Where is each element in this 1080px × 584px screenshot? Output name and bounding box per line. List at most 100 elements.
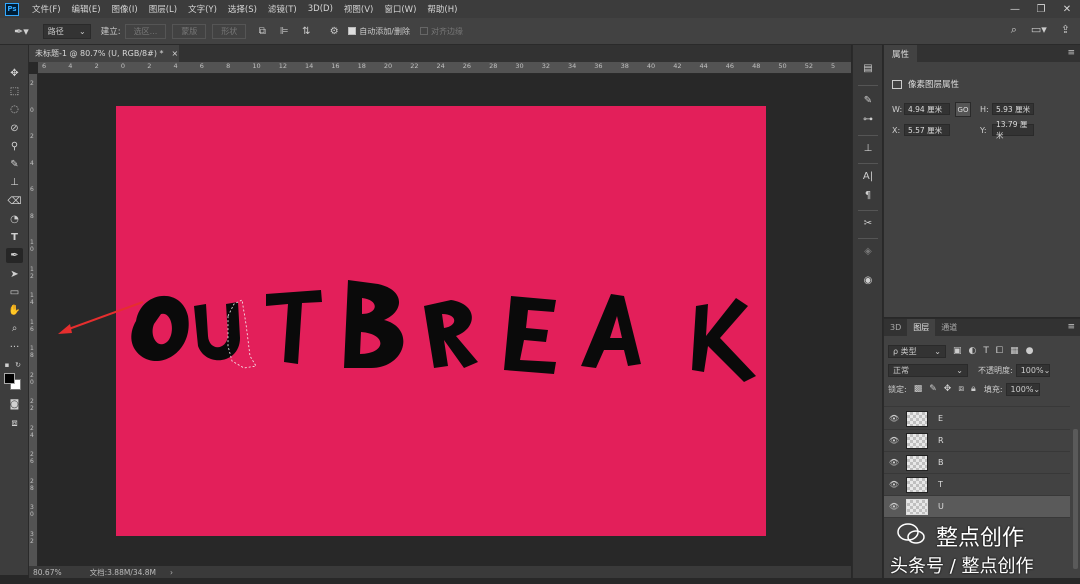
brush-tool-icon[interactable]: ✎ bbox=[6, 157, 23, 172]
eye-icon[interactable]: 👁︎ bbox=[884, 436, 904, 445]
x-field[interactable]: 5.57 厘米 bbox=[904, 124, 950, 136]
menu-select[interactable]: 选择(S) bbox=[228, 3, 257, 15]
restore-icon[interactable]: ❐ bbox=[1028, 0, 1054, 18]
layer-row-r[interactable]: 👁︎ R bbox=[884, 430, 1070, 452]
paragraph-icon[interactable]: ¶ bbox=[861, 188, 875, 202]
gear-icon[interactable]: ⚙ bbox=[328, 25, 340, 37]
filter-type-icon[interactable]: T bbox=[983, 346, 989, 356]
stamp-tool-icon[interactable]: ⊥ bbox=[6, 175, 23, 190]
make-shape-button[interactable]: 形状 bbox=[212, 23, 247, 39]
more-tools-icon[interactable]: ··· bbox=[6, 340, 23, 355]
quick-select-tool-icon[interactable]: ⊘ bbox=[6, 121, 23, 136]
screen-mode-icon[interactable]: ⧈ bbox=[6, 416, 23, 431]
height-field[interactable]: 5.93 厘米 bbox=[992, 103, 1034, 115]
filter-shape-icon[interactable]: ⧠ bbox=[996, 346, 1003, 356]
character-icon[interactable]: A| bbox=[861, 169, 875, 183]
canvas-area[interactable] bbox=[38, 75, 851, 566]
swap-colors-icon[interactable]: ↻ bbox=[13, 357, 23, 372]
brush-settings-icon[interactable]: ✎ bbox=[861, 93, 875, 107]
lock-artboard-icon[interactable]: ⧈ bbox=[958, 384, 964, 394]
layer-row-u[interactable]: 👁︎ U bbox=[884, 496, 1070, 518]
lock-transparent-icon[interactable]: ▩ bbox=[914, 384, 923, 394]
eyedropper-tool-icon[interactable]: ⚲ bbox=[6, 139, 23, 154]
fill-field[interactable]: 100% ⌄ bbox=[1005, 382, 1040, 396]
y-field[interactable]: 13.79 厘米 bbox=[992, 120, 1034, 140]
default-colors-icon[interactable]: ▪ bbox=[2, 357, 12, 372]
layer-row-e[interactable]: 👁︎ E bbox=[884, 408, 1070, 430]
path-operations-icon[interactable]: ⧉ bbox=[256, 25, 268, 37]
lasso-tool-icon[interactable]: ◌ bbox=[6, 102, 23, 117]
zoom-level[interactable]: 80.67% bbox=[33, 568, 62, 577]
tools-preset-icon[interactable]: ✂ bbox=[861, 216, 875, 230]
pen-mode-select[interactable]: 路径 ⌄ bbox=[42, 23, 91, 39]
menu-3d[interactable]: 3D(D) bbox=[308, 4, 333, 14]
close-tab-icon[interactable]: × bbox=[171, 49, 178, 58]
pen-tool-preset-icon[interactable]: ✒▾ bbox=[14, 25, 29, 38]
dodge-tool-icon[interactable]: ◔ bbox=[6, 212, 23, 227]
path-arrangement-icon[interactable]: ⇅ bbox=[300, 25, 312, 37]
filter-adjustment-icon[interactable]: ◐ bbox=[969, 346, 977, 356]
align-edges-checkbox[interactable] bbox=[419, 27, 428, 35]
layers-scrollbar[interactable] bbox=[1073, 429, 1078, 569]
minimize-icon[interactable]: — bbox=[1002, 0, 1028, 18]
document-canvas[interactable] bbox=[116, 106, 766, 536]
width-field[interactable]: 4.94 厘米 bbox=[904, 103, 950, 115]
close-icon[interactable]: ✕ bbox=[1054, 0, 1080, 18]
eye-icon[interactable]: 👁︎ bbox=[884, 458, 904, 467]
opacity-field[interactable]: 100% ⌄ bbox=[1015, 363, 1050, 377]
menu-type[interactable]: 文字(Y) bbox=[188, 3, 217, 15]
make-selection-button[interactable]: 选区... bbox=[124, 23, 167, 39]
menu-view[interactable]: 视图(V) bbox=[344, 3, 373, 15]
menu-edit[interactable]: 编辑(E) bbox=[72, 3, 101, 15]
workspace-icon[interactable]: ▭▾ bbox=[1031, 23, 1047, 37]
layer-filter-select[interactable]: ρ 类型 ⌄ bbox=[888, 344, 946, 358]
menu-file[interactable]: 文件(F) bbox=[32, 3, 61, 15]
marquee-tool-icon[interactable]: ⬚ bbox=[6, 84, 23, 99]
lock-all-icon[interactable]: 🔒︎ bbox=[971, 384, 976, 394]
clone-source-icon[interactable]: ⊥ bbox=[861, 141, 875, 155]
share-icon[interactable]: ⇪ bbox=[1061, 23, 1070, 37]
materials-icon[interactable]: ◉ bbox=[861, 273, 875, 287]
auto-add-delete-checkbox[interactable] bbox=[348, 27, 357, 35]
tab-layers[interactable]: 图层 bbox=[907, 319, 936, 336]
filter-smart-icon[interactable]: ▦ bbox=[1010, 346, 1019, 356]
type-tool-icon[interactable]: T bbox=[6, 230, 23, 245]
path-select-tool-icon[interactable]: ➤ bbox=[6, 267, 23, 282]
3d-icon[interactable]: ◈ bbox=[861, 244, 875, 258]
menu-filter[interactable]: 滤镜(T) bbox=[268, 3, 297, 15]
lock-pixels-icon[interactable]: ✎ bbox=[929, 384, 937, 394]
eye-icon[interactable]: 👁︎ bbox=[884, 414, 904, 423]
zoom-tool-icon[interactable]: ⌕ bbox=[6, 321, 23, 336]
layer-row-t[interactable]: 👁︎ T bbox=[884, 474, 1070, 496]
menu-window[interactable]: 窗口(W) bbox=[384, 3, 416, 15]
lock-position-icon[interactable]: ✥ bbox=[944, 384, 952, 394]
status-menu-icon[interactable]: › bbox=[170, 568, 173, 577]
menu-layer[interactable]: 图层(L) bbox=[149, 3, 177, 15]
layer-row-b[interactable]: 👁︎ B bbox=[884, 452, 1070, 474]
quick-mask-icon[interactable]: ◙ bbox=[6, 397, 23, 412]
path-alignment-icon[interactable]: ⊫ bbox=[278, 25, 290, 37]
move-tool-icon[interactable]: ✥ bbox=[6, 66, 23, 81]
filter-toggle-icon[interactable]: ● bbox=[1026, 346, 1034, 356]
menu-help[interactable]: 帮助(H) bbox=[427, 3, 457, 15]
pen-tool-icon[interactable]: ✒ bbox=[6, 248, 23, 263]
make-mask-button[interactable]: 蒙版 bbox=[172, 23, 207, 39]
link-dimensions-button[interactable]: GO bbox=[955, 102, 971, 117]
hand-tool-icon[interactable]: ✋ bbox=[6, 303, 23, 318]
filter-pixel-icon[interactable]: ▣ bbox=[953, 346, 962, 356]
panel-menu-icon[interactable]: ≡ bbox=[1067, 48, 1075, 58]
eye-icon[interactable]: 👁︎ bbox=[884, 480, 904, 489]
document-tab[interactable]: 未标题-1 @ 80.7% (U, RGB/8#) * × bbox=[29, 45, 179, 62]
search-icon[interactable]: ⌕ bbox=[1011, 23, 1017, 37]
tab-3d[interactable]: 3D bbox=[884, 319, 907, 336]
tab-channels[interactable]: 通道 bbox=[935, 319, 963, 336]
properties-tab[interactable]: 属性 bbox=[884, 45, 918, 62]
adjustments-icon[interactable]: ⊶ bbox=[861, 112, 875, 126]
layer-row[interactable] bbox=[884, 401, 1070, 407]
history-icon[interactable]: ▤ bbox=[861, 61, 875, 75]
panel-menu-icon[interactable]: ≡ bbox=[1067, 322, 1075, 332]
menu-image[interactable]: 图像(I) bbox=[112, 3, 138, 15]
eye-icon[interactable]: 👁︎ bbox=[884, 502, 904, 511]
foreground-color-swatch[interactable] bbox=[4, 373, 15, 384]
rectangle-tool-icon[interactable]: ▭ bbox=[6, 285, 23, 300]
